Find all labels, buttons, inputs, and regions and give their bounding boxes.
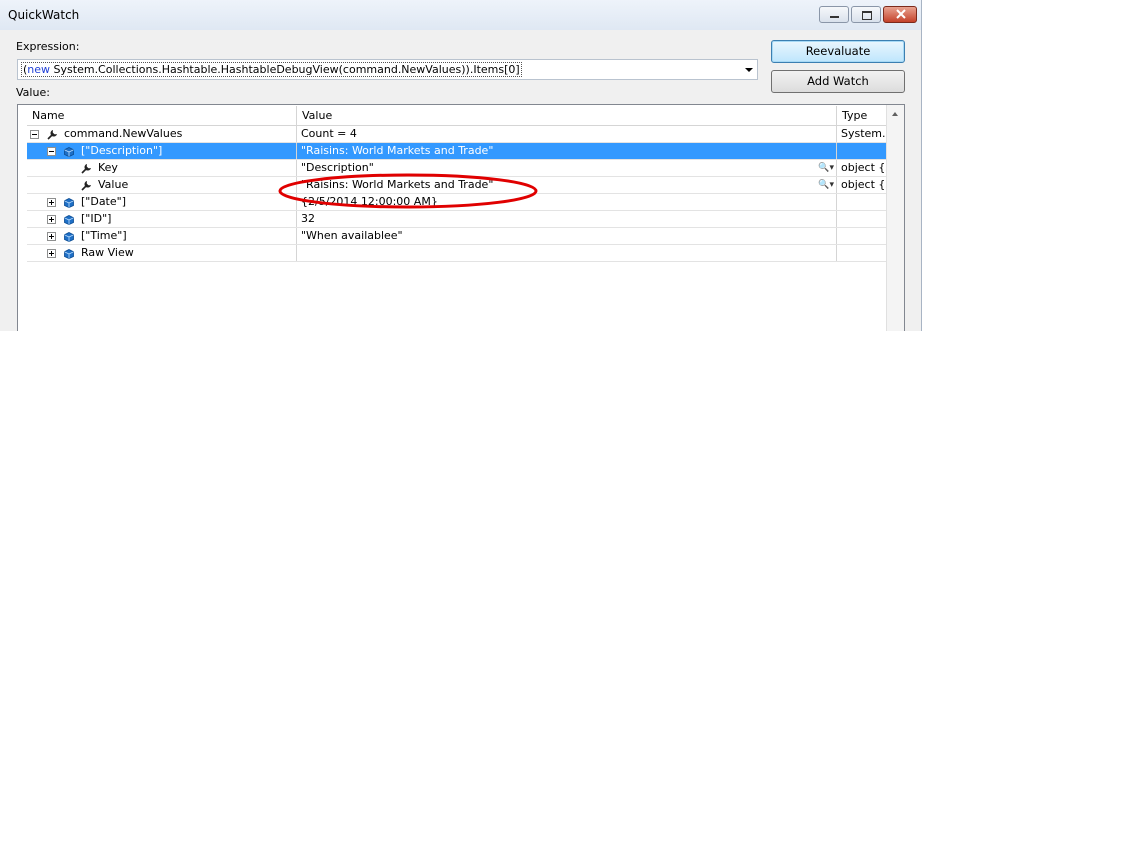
type-cell: [837, 194, 886, 210]
name-cell[interactable]: Raw View: [27, 245, 297, 261]
value-cell[interactable]: 32: [297, 211, 837, 227]
value-cell[interactable]: "Raisins: World Markets and Trade": [297, 143, 837, 159]
window-title: QuickWatch: [8, 8, 80, 22]
value-cell[interactable]: {2/5/2014 12:00:00 AM}: [297, 194, 837, 210]
field-icon: [64, 214, 74, 225]
row-value: {2/5/2014 12:00:00 AM}: [301, 195, 438, 208]
row-name: ["Description"]: [81, 144, 163, 157]
visualizer-magnifier-icon[interactable]: 🔍▾: [818, 177, 834, 193]
type-cell: [837, 228, 886, 244]
wrench-icon: [47, 129, 58, 140]
collapse-icon[interactable]: [30, 130, 39, 139]
type-cell: [837, 143, 886, 159]
minimize-icon: [830, 16, 839, 18]
scroll-up-arrow-icon[interactable]: [892, 112, 898, 116]
dropdown-arrow-icon[interactable]: [745, 68, 753, 72]
row-name: Key: [98, 161, 118, 174]
field-icon: [64, 146, 74, 157]
type-cell: object {s: [841, 161, 886, 174]
restore-icon: [862, 11, 872, 20]
field-icon: [64, 197, 74, 208]
type-cell: object {s: [841, 178, 886, 191]
row-name: ["Date"]: [81, 195, 126, 208]
vertical-scrollbar[interactable]: [886, 105, 904, 331]
expression-rest: System.Collections.Hashtable.HashtableDe…: [50, 63, 520, 76]
row-value: "When availablee": [301, 229, 403, 242]
column-header-name[interactable]: Name: [27, 106, 297, 126]
expand-icon[interactable]: [47, 232, 56, 241]
field-icon: [64, 248, 74, 259]
minimize-button[interactable]: [819, 6, 849, 23]
close-button[interactable]: [883, 6, 917, 23]
value-cell[interactable]: Count = 4: [297, 126, 837, 142]
column-header-value[interactable]: Value: [297, 106, 837, 126]
name-cell[interactable]: ["Description"]: [27, 143, 297, 159]
name-cell[interactable]: ["Time"]: [27, 228, 297, 244]
value-cell[interactable]: "Raisins: World Markets and Trade" 🔍▾: [297, 177, 837, 193]
expression-text[interactable]: (new System.Collections.Hashtable.Hashta…: [21, 62, 522, 77]
expand-icon[interactable]: [47, 215, 56, 224]
expression-keyword: new: [27, 63, 51, 76]
expand-icon[interactable]: [47, 198, 56, 207]
row-value: 32: [301, 212, 315, 225]
maximize-button[interactable]: [851, 6, 881, 23]
row-name: Value: [98, 178, 129, 191]
type-cell: [837, 211, 886, 227]
table-row[interactable]: Key "Description" 🔍▾ object {s: [27, 160, 886, 177]
type-cell: System.C: [841, 127, 886, 140]
name-cell[interactable]: command.NewValues: [27, 126, 297, 142]
close-icon: [896, 9, 906, 19]
row-name: ["Time"]: [81, 229, 127, 242]
type-cell: [837, 245, 886, 261]
add-watch-button[interactable]: Add Watch: [771, 70, 905, 93]
table-row[interactable]: Value "Raisins: World Markets and Trade" 🔍…: [27, 177, 886, 194]
row-value: "Raisins: World Markets and Trade": [301, 144, 494, 157]
table-row[interactable]: ["ID"] 32: [27, 211, 886, 228]
quickwatch-window: QuickWatch Expression: (new System.Colle…: [0, 0, 922, 331]
row-value: "Raisins: World Markets and Trade": [301, 178, 494, 191]
value-label: Value:: [16, 86, 50, 99]
name-cell[interactable]: Value: [27, 177, 297, 193]
wrench-icon: [81, 180, 92, 191]
watch-grid[interactable]: Name Value Type command.NewValues Count =…: [17, 104, 905, 331]
expression-combobox[interactable]: (new System.Collections.Hashtable.Hashta…: [17, 59, 758, 80]
title-bar[interactable]: QuickWatch: [0, 0, 921, 30]
table-row[interactable]: command.NewValues Count = 4 System.C: [27, 126, 886, 143]
value-cell[interactable]: [297, 245, 837, 261]
value-cell[interactable]: "Description" 🔍▾: [297, 160, 837, 176]
row-name: Raw View: [81, 246, 134, 259]
reevaluate-button[interactable]: Reevaluate: [771, 40, 905, 63]
expression-label: Expression:: [16, 40, 80, 53]
row-name: command.NewValues: [64, 127, 183, 140]
name-cell[interactable]: ["Date"]: [27, 194, 297, 210]
name-cell[interactable]: Key: [27, 160, 297, 176]
row-value: Count = 4: [301, 127, 357, 140]
name-cell[interactable]: ["ID"]: [27, 211, 297, 227]
table-row[interactable]: Raw View: [27, 245, 886, 262]
row-value: "Description": [301, 161, 374, 174]
field-icon: [64, 231, 74, 242]
collapse-icon[interactable]: [47, 147, 56, 156]
row-name: ["ID"]: [81, 212, 112, 225]
visualizer-magnifier-icon[interactable]: 🔍▾: [818, 160, 834, 176]
value-cell[interactable]: "When availablee": [297, 228, 837, 244]
table-row[interactable]: ["Description"] "Raisins: World Markets a…: [27, 143, 886, 160]
wrench-icon: [81, 163, 92, 174]
table-row[interactable]: ["Time"] "When availablee": [27, 228, 886, 245]
table-row[interactable]: ["Date"] {2/5/2014 12:00:00 AM}: [27, 194, 886, 211]
expand-icon[interactable]: [47, 249, 56, 258]
